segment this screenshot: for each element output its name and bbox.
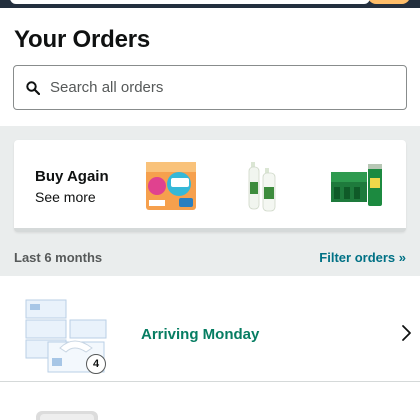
time-range-label: Last 6 months <box>14 250 103 265</box>
product-thumbnail <box>36 411 98 420</box>
search-icon <box>26 80 40 95</box>
nav-search-bar-edge[interactable] <box>10 0 370 4</box>
buy-again-card[interactable]: Buy Again See more <box>14 140 406 232</box>
filter-orders-link[interactable]: Filter orders » <box>319 250 406 265</box>
delivery-status: Arriving Monday <box>141 326 260 343</box>
order-search-box[interactable] <box>13 65 407 110</box>
page-title: Your Orders <box>14 26 151 53</box>
nav-search-button-edge[interactable] <box>368 0 410 4</box>
order-row[interactable]: 4 Arriving Monday <box>0 290 420 382</box>
order-row[interactable] <box>0 383 420 420</box>
sparkling-water-cans-thumbnail[interactable] <box>330 160 386 210</box>
search-input[interactable] <box>50 79 380 96</box>
diaper-pack-thumbnail[interactable] <box>145 160 197 212</box>
chevron-right-icon[interactable] <box>400 322 414 344</box>
quantity-badge: 4 <box>86 354 106 374</box>
water-bottles-thumbnail[interactable] <box>248 160 280 212</box>
buy-again-title: Buy Again <box>35 168 109 185</box>
see-more-link[interactable]: See more <box>35 189 109 205</box>
top-nav-strip <box>0 0 420 8</box>
filter-row: Last 6 months Filter orders » <box>0 236 420 276</box>
